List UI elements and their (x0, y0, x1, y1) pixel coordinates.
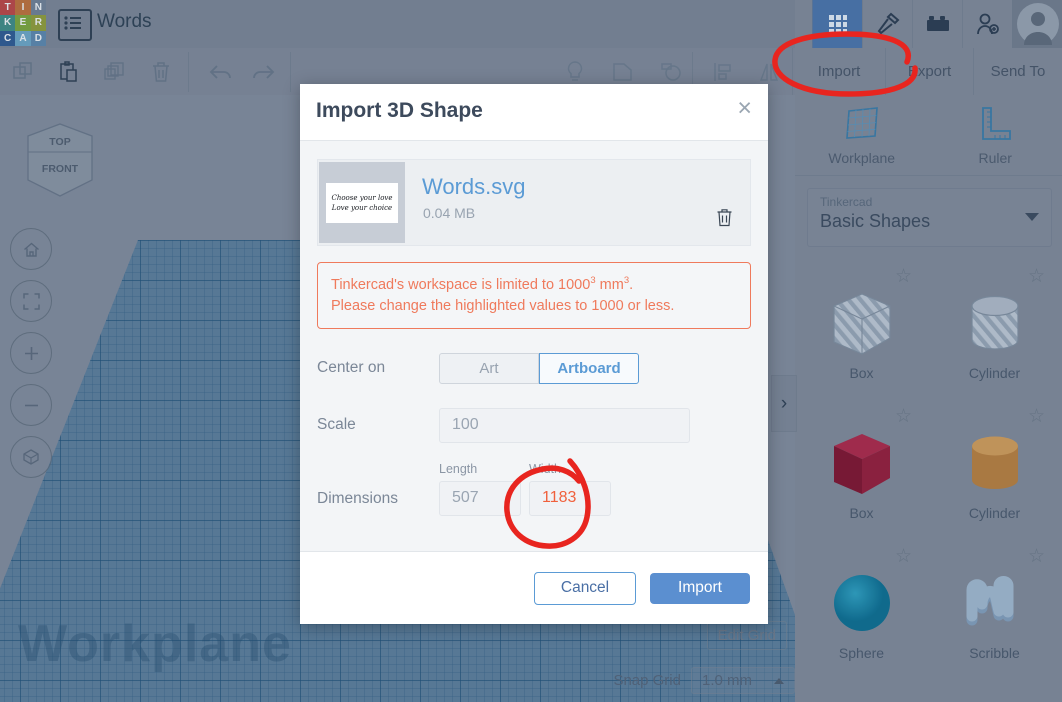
scale-input[interactable]: 100 (439, 408, 690, 443)
dimensions-label: Dimensions (317, 490, 439, 516)
trash-icon[interactable] (716, 208, 733, 232)
scale-label: Scale (317, 416, 439, 434)
file-row: Choose your love Love your choice Words.… (317, 159, 751, 246)
warning-message: Tinkercad's workspace is limited to 1000… (317, 262, 751, 329)
length-input[interactable]: 507 (439, 481, 521, 516)
warning-line-1: Tinkercad's workspace is limited to 1000… (331, 274, 737, 296)
width-caption: Width (529, 462, 611, 476)
import-3d-shape-dialog: Import 3D Shape × Choose your love Love … (300, 84, 768, 624)
import-button-dialog[interactable]: Import (650, 573, 750, 604)
scale-row: Scale 100 (317, 408, 751, 443)
dialog-body: Choose your love Love your choice Words.… (300, 141, 768, 551)
center-on-label: Center on (317, 359, 439, 377)
file-name: Words.svg (422, 174, 526, 200)
cancel-button[interactable]: Cancel (534, 572, 636, 605)
length-caption: Length (439, 462, 521, 476)
file-size: 0.04 MB (423, 205, 475, 221)
dimensions-row: Dimensions Length 507 Width 1183 (317, 462, 751, 516)
file-thumbnail: Choose your love Love your choice (319, 162, 405, 243)
width-input[interactable]: 1183 (529, 481, 611, 516)
dialog-title: Import 3D Shape (316, 99, 483, 123)
close-icon[interactable]: × (737, 96, 752, 121)
center-on-art-option[interactable]: Art (439, 353, 539, 384)
thumbnail-line-1: Choose your love (331, 194, 392, 202)
warning-line-2: Please change the highlighted values to … (331, 296, 737, 317)
thumbnail-line-2: Love your choice (332, 204, 392, 212)
center-on-toggle: Art Artboard (439, 353, 639, 384)
dialog-footer: Cancel Import (300, 551, 768, 624)
center-on-row: Center on Art Artboard (317, 353, 751, 384)
center-on-artboard-option[interactable]: Artboard (539, 353, 639, 384)
dialog-header: Import 3D Shape × (300, 84, 768, 141)
